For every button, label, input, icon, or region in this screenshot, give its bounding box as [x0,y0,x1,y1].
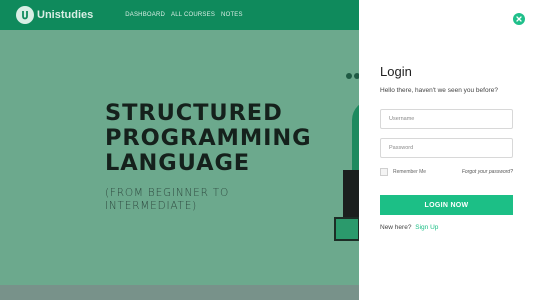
username-input[interactable] [380,109,513,129]
course-title-line: STRUCTURED [105,100,283,126]
new-here-text: New here? [380,224,412,231]
nav-item-notes[interactable]: NOTES [221,12,243,18]
main-nav: DASHBOARD ALL COURSES NOTES [125,12,242,18]
password-input[interactable] [380,138,513,158]
course-subtitle-line: (FROM BEGINNER TO [105,187,230,199]
close-icon [516,16,522,22]
close-button[interactable] [513,13,525,25]
nav-item-dashboard[interactable]: DASHBOARD [125,12,165,18]
unistudies-logo-icon [16,6,34,24]
login-button[interactable]: LOGIN NOW [380,195,513,215]
course-title-line: LANGUAGE [105,150,251,176]
login-title: Login [380,64,412,79]
signup-row: New here? Sign Up [380,224,438,231]
forgot-password-link[interactable]: Forgot your password? [462,169,513,175]
hero-illustration-box [334,217,360,241]
course-title: STRUCTURED PROGRAMMING LANGUAGE [105,101,355,176]
course-subtitle: (FROM BEGINNER TO INTERMEDIATE) [105,187,305,213]
nav-item-all-courses[interactable]: ALL COURSES [171,12,215,18]
course-title-line: PROGRAMMING [105,125,312,151]
brand-logo[interactable]: Unistudies [16,6,93,24]
login-subtitle: Hello there, haven't we seen you before? [380,87,498,94]
remember-row: Remember Me Forgot your password? [380,167,513,176]
brand-name: Unistudies [37,9,94,21]
remember-me-label: Remember Me [393,168,427,175]
sign-up-link[interactable]: Sign Up [415,224,438,231]
remember-me-checkbox[interactable] [380,167,388,176]
course-subtitle-line: INTERMEDIATE) [105,200,198,212]
login-panel: Login Hello there, haven't we seen you b… [359,0,533,300]
